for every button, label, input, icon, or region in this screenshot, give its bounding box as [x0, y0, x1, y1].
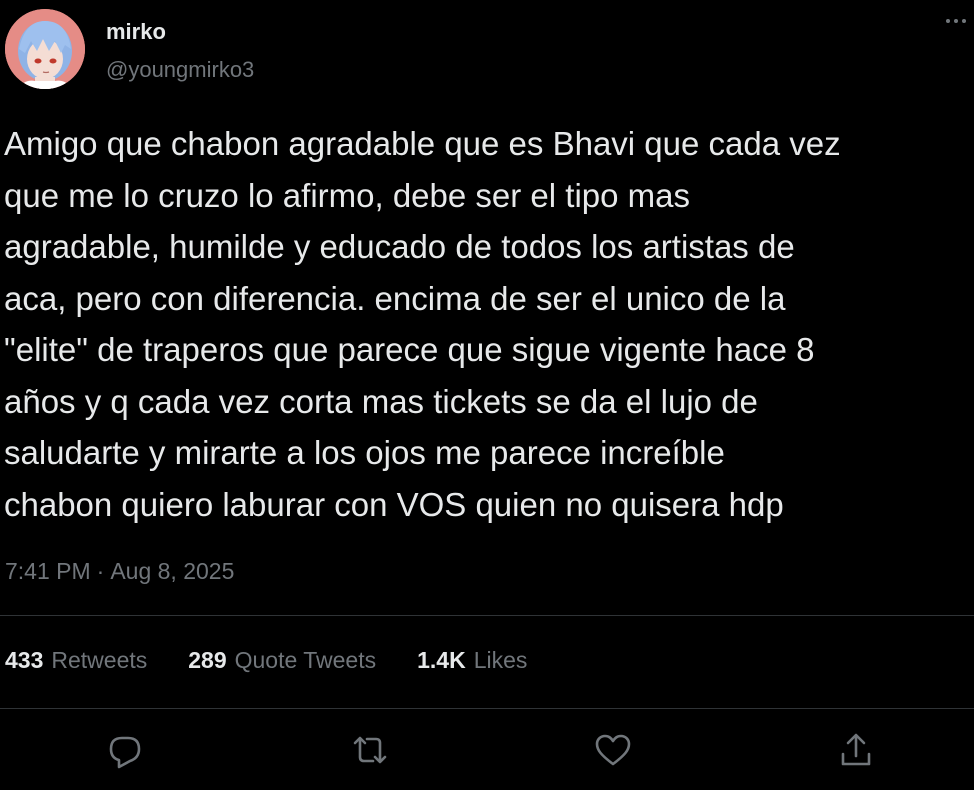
quote-tweets-label: Quote Tweets [234, 647, 377, 673]
quote-tweets-count: 289 [188, 647, 227, 673]
engagement-stats: 433 Retweets 289 Quote Tweets 1.4K Likes [5, 647, 527, 681]
likes-stat[interactable]: 1.4K Likes [417, 647, 527, 674]
avatar[interactable] [5, 9, 85, 89]
likes-label: Likes [473, 647, 528, 673]
tweet-text-line: Amigo que chabon agradable que es Bhavi … [4, 125, 841, 162]
like-button[interactable] [593, 730, 633, 770]
tweet-date: Aug 8, 2025 [110, 558, 235, 584]
author-display-name[interactable]: mirko [106, 19, 166, 45]
retweet-icon [353, 736, 387, 764]
timestamp-separator: · [96, 558, 105, 584]
tweet-text-line: agradable, humilde y educado de todos lo… [4, 228, 795, 265]
likes-count: 1.4K [417, 647, 466, 673]
divider [0, 615, 974, 616]
author-handle[interactable]: @youngmirko3 [106, 57, 254, 83]
tweet-text-line: años y q cada vez corta mas tickets se d… [4, 382, 758, 420]
like-icon [595, 734, 631, 766]
reply-button[interactable] [105, 730, 145, 770]
retweet-button[interactable] [350, 730, 390, 770]
tweet-detail: mirko @youngmirko3 Amigo que chabon agra… [0, 0, 974, 790]
tweet-timestamp[interactable]: 7:41 PM · Aug 8, 2025 [5, 558, 234, 585]
retweets-count: 433 [5, 647, 44, 673]
share-icon [841, 733, 871, 766]
tweet-text: Amigo que chabon agradable que es Bhavi … [4, 118, 974, 530]
tweet-text-line: chabon quiero laburar con VOS quien no q… [4, 485, 784, 523]
tweet-time: 7:41 PM [5, 558, 91, 584]
tweet-text-line: saludarte y mirarte a los ojos me parece… [4, 434, 725, 471]
reply-icon [109, 736, 141, 769]
retweets-label: Retweets [51, 647, 148, 673]
tweet-text-line: que me lo cruzo lo afirmo, debe ser el t… [4, 176, 690, 214]
quote-tweets-stat[interactable]: 289 Quote Tweets [188, 647, 376, 674]
tweet-text-line: "elite" de traperos que parece que sigue… [4, 331, 815, 368]
share-button[interactable] [836, 730, 876, 770]
divider [0, 708, 974, 709]
anime-avatar-icon [5, 9, 85, 89]
retweets-stat[interactable]: 433 Retweets [5, 647, 147, 674]
tweet-text-line: aca, pero con diferencia. encima de ser … [4, 279, 786, 317]
more-options-icon[interactable] [938, 8, 974, 34]
